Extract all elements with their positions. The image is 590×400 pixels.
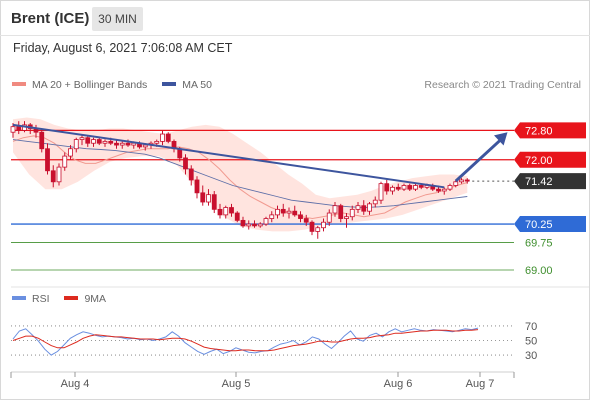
rsi-tick-30: 30 bbox=[525, 350, 537, 362]
candle-body bbox=[355, 205, 361, 210]
candle-body bbox=[441, 188, 447, 192]
candle-body bbox=[85, 137, 91, 144]
candle-body bbox=[45, 148, 50, 172]
candle-body bbox=[315, 227, 321, 232]
candle-body bbox=[96, 139, 102, 144]
candle-body bbox=[91, 139, 96, 144]
candle-body bbox=[361, 205, 367, 212]
candle-body bbox=[459, 179, 464, 183]
time-tick-label: Aug 7 bbox=[466, 378, 495, 390]
candle-body bbox=[309, 221, 315, 232]
rsi-tick-70: 70 bbox=[525, 321, 537, 333]
candle-body bbox=[252, 223, 257, 227]
candle-body bbox=[108, 140, 114, 144]
candle-body bbox=[269, 214, 275, 219]
level-label-71.42: 71.42 bbox=[525, 176, 553, 188]
candle-body bbox=[56, 166, 62, 183]
candle-body bbox=[114, 142, 119, 146]
candle-body bbox=[257, 223, 263, 227]
candle-body bbox=[10, 126, 16, 133]
candle-body bbox=[344, 216, 349, 219]
candle-body bbox=[303, 218, 309, 223]
candle-body bbox=[160, 133, 165, 142]
candle-body bbox=[263, 218, 269, 225]
time-tick-label: Aug 4 bbox=[61, 378, 90, 390]
level-label-69.75: 69.75 bbox=[525, 237, 553, 249]
candle-body bbox=[418, 185, 424, 188]
candle-body bbox=[407, 185, 413, 190]
candle-body bbox=[447, 185, 453, 190]
candle-body bbox=[154, 140, 160, 144]
candle-body bbox=[292, 210, 298, 216]
candle-body bbox=[206, 194, 211, 203]
candle-body bbox=[200, 192, 206, 203]
candle-body bbox=[73, 139, 79, 150]
level-label-72.80: 72.80 bbox=[525, 125, 553, 137]
candle-body bbox=[390, 186, 395, 192]
candle-body bbox=[332, 205, 338, 214]
candle-body bbox=[298, 214, 303, 219]
candle-body bbox=[62, 155, 68, 168]
candle-body bbox=[401, 185, 407, 190]
candle-body bbox=[286, 210, 292, 214]
time-tick-label: Aug 6 bbox=[384, 378, 413, 390]
candle-body bbox=[68, 148, 73, 157]
candle-body bbox=[188, 168, 194, 181]
candle-body bbox=[217, 208, 223, 216]
candle-body bbox=[464, 179, 470, 182]
rsi-tick-50: 50 bbox=[525, 336, 537, 348]
rsi-ma-line bbox=[12, 329, 479, 352]
candle-body bbox=[229, 207, 234, 214]
candle-body bbox=[240, 219, 246, 227]
level-label-69.00: 69.00 bbox=[525, 265, 553, 277]
candle-body bbox=[39, 131, 45, 150]
candle-body bbox=[16, 126, 22, 131]
candle-body bbox=[119, 142, 125, 146]
candle-body bbox=[234, 212, 240, 221]
candle-body bbox=[349, 208, 355, 218]
candle-body bbox=[378, 183, 384, 201]
candle-body bbox=[338, 205, 344, 219]
candle-body bbox=[436, 188, 441, 192]
candle-body bbox=[395, 186, 401, 190]
candle-body bbox=[194, 179, 200, 194]
candle-body bbox=[367, 203, 372, 212]
candle-body bbox=[246, 223, 252, 227]
candle-body bbox=[321, 221, 326, 229]
candle-body bbox=[183, 157, 188, 170]
candle-body bbox=[142, 144, 148, 148]
candle-body bbox=[326, 212, 332, 223]
candle-body bbox=[165, 133, 171, 142]
time-tick-label: Aug 5 bbox=[222, 378, 251, 390]
chart-area: 72.80 72.00 71.42 70.25 69.75 69.00 70 50 30 Aug … bbox=[10, 117, 589, 390]
candle-body bbox=[223, 207, 229, 216]
candle-body bbox=[50, 170, 56, 183]
candle-body bbox=[453, 181, 459, 186]
candle-body bbox=[102, 140, 108, 144]
level-label-70.25: 70.25 bbox=[525, 219, 553, 231]
candle-body bbox=[280, 208, 286, 214]
candle-body bbox=[211, 194, 217, 210]
candle-body bbox=[372, 199, 378, 205]
level-label-72.00: 72.00 bbox=[525, 155, 553, 167]
candle-body bbox=[413, 185, 418, 190]
candle-body bbox=[275, 208, 280, 216]
candle-body bbox=[79, 137, 85, 140]
candle-body bbox=[125, 142, 131, 146]
candle-body bbox=[384, 183, 390, 192]
